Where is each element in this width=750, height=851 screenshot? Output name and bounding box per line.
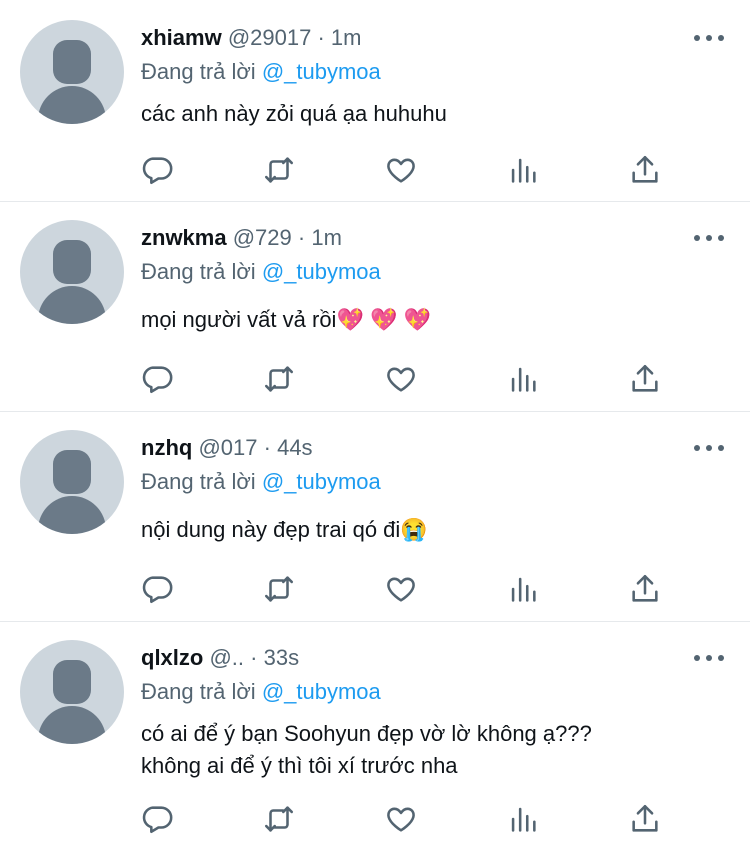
tweet-header: znwkma @729 · 1m bbox=[141, 224, 342, 252]
tweet-text: có ai để ý bạn Soohyun đẹp vờ lờ không ạ… bbox=[141, 718, 592, 782]
reply-icon[interactable] bbox=[140, 153, 174, 187]
display-name[interactable]: znwkma bbox=[141, 225, 227, 250]
more-icon[interactable] bbox=[694, 32, 724, 44]
separator-dot: · bbox=[317, 25, 325, 50]
replying-to: Đang trả lời @_tubymoa bbox=[141, 468, 381, 496]
avatar[interactable] bbox=[20, 20, 124, 124]
tweet[interactable]: znwkma @729 · 1m Đang trả lời @_tubymoa … bbox=[0, 202, 750, 411]
timestamp[interactable]: 44s bbox=[277, 435, 312, 460]
tweet-text-line: không ai để ý thì tôi xí trước nha bbox=[141, 753, 458, 778]
share-icon[interactable] bbox=[628, 572, 662, 606]
tweet-header: nzhq @017 · 44s bbox=[141, 434, 313, 462]
tweet[interactable]: qlxlzo @.. · 33s Đang trả lời @_tubymoa … bbox=[0, 622, 750, 851]
retweet-icon[interactable] bbox=[262, 802, 296, 836]
replying-label: Đang trả lời bbox=[141, 259, 256, 284]
user-handle[interactable]: @729 bbox=[233, 225, 292, 250]
tweet-text-line: các anh này zỏi quá ạa huhuhu bbox=[141, 101, 447, 126]
tweet-actions bbox=[140, 153, 680, 187]
replying-to: Đang trả lời @_tubymoa bbox=[141, 678, 381, 706]
timestamp[interactable]: 1m bbox=[311, 225, 342, 250]
replying-label: Đang trả lời bbox=[141, 469, 256, 494]
replying-to: Đang trả lời @_tubymoa bbox=[141, 58, 381, 86]
tweet-text-line: nội dung này đẹp trai qó đi😭 bbox=[141, 517, 428, 542]
display-name[interactable]: qlxlzo bbox=[141, 645, 203, 670]
replying-label: Đang trả lời bbox=[141, 679, 256, 704]
tweet[interactable]: nzhq @017 · 44s Đang trả lời @_tubymoa n… bbox=[0, 412, 750, 621]
share-icon[interactable] bbox=[628, 802, 662, 836]
reply-icon[interactable] bbox=[140, 572, 174, 606]
mention-link[interactable]: @_tubymoa bbox=[262, 59, 381, 84]
share-icon[interactable] bbox=[628, 362, 662, 396]
display-name[interactable]: nzhq bbox=[141, 435, 192, 460]
tweet-actions bbox=[140, 802, 680, 836]
separator-dot: · bbox=[297, 225, 306, 250]
replying-label: Đang trả lời bbox=[141, 59, 256, 84]
like-icon[interactable] bbox=[384, 362, 418, 396]
like-icon[interactable] bbox=[384, 802, 418, 836]
tweet-text-line: mọi người vất vả rồi💖 💖 💖 bbox=[141, 307, 431, 332]
tweet-text-line: có ai để ý bạn Soohyun đẹp vờ lờ không ạ… bbox=[141, 721, 592, 746]
user-handle[interactable]: @29017 bbox=[228, 25, 312, 50]
views-icon[interactable] bbox=[506, 572, 540, 606]
views-icon[interactable] bbox=[506, 153, 540, 187]
reply-icon[interactable] bbox=[140, 362, 174, 396]
display-name[interactable]: xhiamw bbox=[141, 25, 222, 50]
tweet-text: nội dung này đẹp trai qó đi😭 bbox=[141, 514, 428, 546]
avatar[interactable] bbox=[20, 430, 124, 534]
tweet-actions bbox=[140, 572, 680, 606]
separator-dot: · bbox=[263, 435, 271, 460]
tweet[interactable]: xhiamw @29017 · 1m Đang trả lời @_tubymo… bbox=[0, 0, 750, 201]
avatar[interactable] bbox=[20, 220, 124, 324]
avatar[interactable] bbox=[20, 640, 124, 744]
reply-icon[interactable] bbox=[140, 802, 174, 836]
tweet-header: xhiamw @29017 · 1m bbox=[141, 24, 361, 52]
separator-dot: · bbox=[250, 645, 258, 670]
mention-link[interactable]: @_tubymoa bbox=[262, 469, 381, 494]
retweet-icon[interactable] bbox=[262, 153, 296, 187]
like-icon[interactable] bbox=[384, 572, 418, 606]
more-icon[interactable] bbox=[694, 652, 724, 664]
more-icon[interactable] bbox=[694, 442, 724, 454]
timestamp[interactable]: 33s bbox=[264, 645, 299, 670]
share-icon[interactable] bbox=[628, 153, 662, 187]
mention-link[interactable]: @_tubymoa bbox=[262, 259, 381, 284]
user-handle[interactable]: @017 bbox=[198, 435, 257, 460]
tweet-text: các anh này zỏi quá ạa huhuhu bbox=[141, 98, 447, 130]
timestamp[interactable]: 1m bbox=[331, 25, 362, 50]
tweet-text: mọi người vất vả rồi💖 💖 💖 bbox=[141, 304, 431, 336]
retweet-icon[interactable] bbox=[262, 362, 296, 396]
replying-to: Đang trả lời @_tubymoa bbox=[141, 258, 381, 286]
mention-link[interactable]: @_tubymoa bbox=[262, 679, 381, 704]
retweet-icon[interactable] bbox=[262, 572, 296, 606]
tweet-actions bbox=[140, 362, 680, 396]
like-icon[interactable] bbox=[384, 153, 418, 187]
views-icon[interactable] bbox=[506, 802, 540, 836]
user-handle[interactable]: @.. bbox=[209, 645, 244, 670]
tweet-header: qlxlzo @.. · 33s bbox=[141, 644, 299, 672]
views-icon[interactable] bbox=[506, 362, 540, 396]
more-icon[interactable] bbox=[694, 232, 724, 244]
